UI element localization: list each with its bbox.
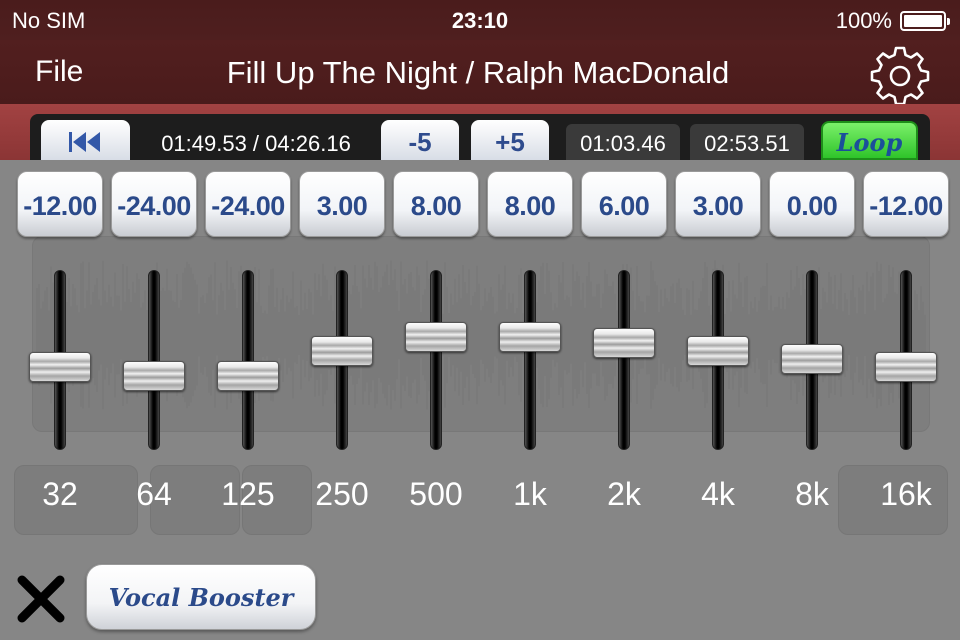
slider-knob[interactable] [593, 327, 655, 358]
eq-frequency-label: 250 [315, 476, 369, 512]
eq-frequency-label: 500 [409, 476, 463, 512]
eq-slider[interactable] [307, 268, 377, 452]
eq-gain-button[interactable]: -24.00 [111, 171, 197, 237]
loop-button[interactable]: Loop [821, 121, 918, 160]
eq-slider[interactable] [213, 268, 283, 452]
eq-gain-button[interactable]: 3.00 [299, 171, 385, 237]
eq-frequency-label: 8k [795, 476, 829, 512]
battery-icon [900, 11, 950, 31]
forward-5-button[interactable]: +5 [471, 120, 549, 160]
song-title: Fill Up The Night / Ralph MacDonald [226, 55, 730, 90]
status-bar: No SIM 23:10 100% [0, 0, 960, 40]
eq-gain-button[interactable]: 8.00 [393, 171, 479, 237]
eq-gain-button[interactable]: 0.00 [769, 171, 855, 237]
slider-knob[interactable] [29, 352, 91, 382]
eq-gain-button[interactable]: 6.00 [581, 171, 667, 237]
eq-slider[interactable] [777, 268, 847, 452]
slider-knob[interactable] [875, 352, 937, 382]
eq-frequency-label: 4k [701, 476, 735, 512]
rewind-button[interactable] [41, 120, 130, 160]
loop-start-marker[interactable]: 01:03.46 [566, 124, 680, 160]
slider-knob[interactable] [781, 344, 843, 374]
skip-back-icon [69, 132, 100, 152]
eq-frequency-label: 64 [136, 476, 172, 512]
eq-slider[interactable] [589, 268, 659, 452]
eq-slider[interactable] [25, 268, 95, 452]
back-5-button[interactable]: -5 [381, 120, 459, 160]
slider-track [524, 270, 536, 450]
vocal-booster-button[interactable]: Vocal Booster [86, 564, 316, 630]
eq-slider[interactable] [401, 268, 471, 452]
slider-track [618, 270, 630, 450]
eq-frequency-label: 125 [221, 476, 275, 512]
eq-frequency-label: 1k [513, 476, 547, 512]
close-x-icon[interactable] [16, 574, 66, 624]
loop-end-marker[interactable]: 02:53.51 [690, 124, 804, 160]
eq-frequency-label: 16k [880, 476, 932, 512]
eq-frequency-label: 2k [607, 476, 641, 512]
status-clock: 23:10 [451, 8, 509, 33]
nav-bar: File Fill Up The Night / Ralph MacDonald [0, 40, 960, 106]
slider-track [242, 270, 254, 450]
eq-slider[interactable] [683, 268, 753, 452]
eq-gain-button[interactable]: -12.00 [863, 171, 949, 237]
slider-track [430, 270, 442, 450]
eq-slider[interactable] [495, 268, 565, 452]
eq-slider[interactable] [871, 268, 941, 452]
eq-gain-button[interactable]: -12.00 [17, 171, 103, 237]
slider-track [148, 270, 160, 450]
slider-knob[interactable] [217, 361, 279, 391]
slider-knob[interactable] [311, 335, 373, 366]
battery-percent: 100% [835, 8, 892, 33]
eq-gain-button[interactable]: 3.00 [675, 171, 761, 237]
slider-knob[interactable] [123, 361, 185, 391]
eq-frequency-label: 32 [42, 476, 78, 512]
eq-slider[interactable] [119, 268, 189, 452]
slider-knob[interactable] [499, 322, 561, 352]
eq-gain-button[interactable]: -24.00 [205, 171, 291, 237]
slider-knob[interactable] [405, 322, 467, 352]
gear-icon[interactable] [868, 46, 932, 106]
position-display: 01:49.53 / 04:26.16 [161, 131, 351, 156]
eq-gain-button[interactable]: 8.00 [487, 171, 573, 237]
slider-knob[interactable] [687, 335, 749, 366]
